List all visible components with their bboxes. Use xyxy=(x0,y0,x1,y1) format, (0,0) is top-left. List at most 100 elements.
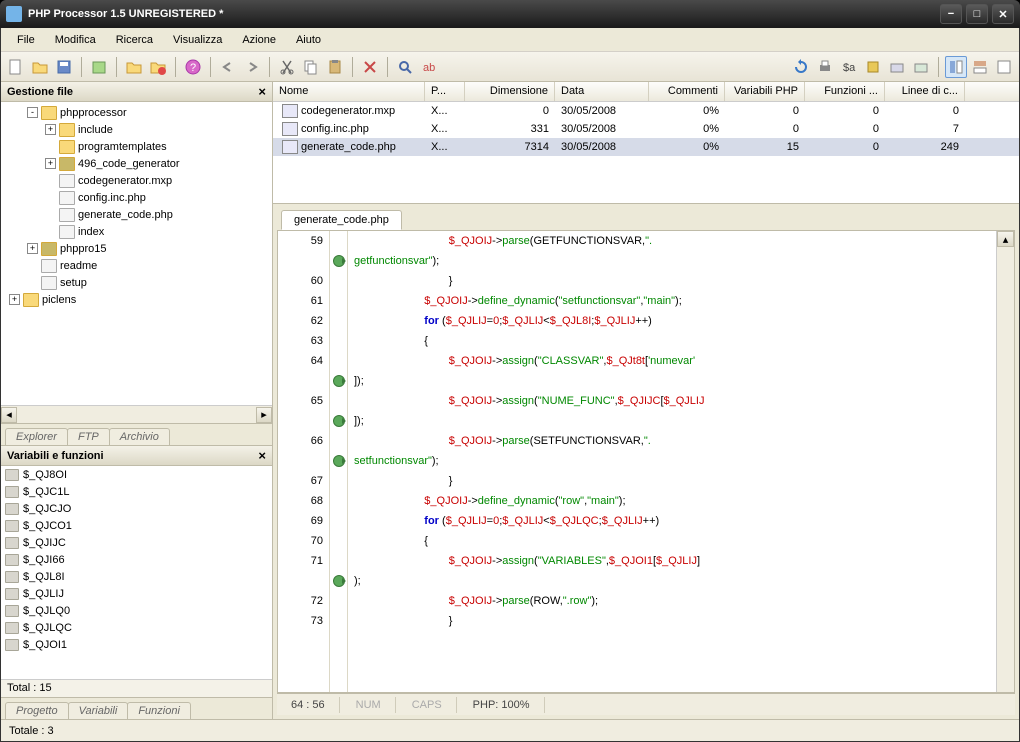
tree-hscrollbar[interactable]: ◂ ▸ xyxy=(1,405,272,423)
refresh-icon[interactable] xyxy=(790,56,812,78)
menu-visualizza[interactable]: Visualizza xyxy=(165,32,230,48)
menu-aiuto[interactable]: Aiuto xyxy=(288,32,329,48)
tree-node[interactable]: programtemplates xyxy=(1,138,272,155)
code-line[interactable]: ]); xyxy=(348,371,996,391)
tree-node[interactable]: config.inc.php xyxy=(1,189,272,206)
view1-icon[interactable] xyxy=(945,56,967,78)
tree-toggle-icon[interactable]: - xyxy=(27,107,38,118)
tree-node[interactable]: index xyxy=(1,223,272,240)
save-icon[interactable] xyxy=(53,56,75,78)
export-icon[interactable] xyxy=(886,56,908,78)
tab-funzioni[interactable]: Funzioni xyxy=(127,702,191,719)
tree-toggle-icon[interactable]: + xyxy=(45,158,56,169)
folder-remove-icon[interactable] xyxy=(147,56,169,78)
variable-item[interactable]: $_QJOI1 xyxy=(1,636,272,653)
code-line[interactable]: { xyxy=(348,331,996,351)
scroll-left-icon[interactable]: ◂ xyxy=(1,407,17,423)
code-line[interactable]: $_QJOIJ->assign("NUME_FUNC",$_QJIJC[$_QJ… xyxy=(348,391,996,411)
font-icon[interactable]: $a xyxy=(838,56,860,78)
code-line[interactable]: $_QJOIJ->define_dynamic("setfunctionsvar… xyxy=(348,291,996,311)
file-row[interactable]: config.inc.phpX...33130/05/20080%007 xyxy=(273,120,1019,138)
code-line[interactable]: $_QJOIJ->parse(GETFUNCTIONSVAR,". xyxy=(348,231,996,251)
copy-icon[interactable] xyxy=(300,56,322,78)
variable-item[interactable]: $_QJLIJ xyxy=(1,585,272,602)
column-header[interactable]: Data xyxy=(555,82,649,101)
code-editor[interactable]: 596061626364656667686970717273 $_QJOIJ->… xyxy=(277,230,1015,693)
variable-item[interactable]: $_QJ8OI xyxy=(1,466,272,483)
variable-item[interactable]: $_QJLQC xyxy=(1,619,272,636)
column-header[interactable]: Linee di c... xyxy=(885,82,965,101)
menu-ricerca[interactable]: Ricerca xyxy=(108,32,161,48)
tree-toggle-icon[interactable]: + xyxy=(9,294,20,305)
tree-node[interactable]: codegenerator.mxp xyxy=(1,172,272,189)
code-line[interactable]: for ($_QJLIJ=0;$_QJLIJ<$_QJLQC;$_QJLIJ++… xyxy=(348,511,996,531)
tree-toggle-icon[interactable]: + xyxy=(27,243,38,254)
help-icon[interactable]: ? xyxy=(182,56,204,78)
tree-node[interactable]: readme xyxy=(1,257,272,274)
file-list[interactable]: NomeP...DimensioneDataCommentiVariabili … xyxy=(273,82,1019,204)
tree-node[interactable]: +include xyxy=(1,121,272,138)
tab-ftp[interactable]: FTP xyxy=(67,428,110,445)
project-icon[interactable] xyxy=(88,56,110,78)
maximize-button[interactable]: □ xyxy=(966,4,988,24)
code-line[interactable]: $_QJOIJ->assign("VARIABLES",$_QJOI1[$_QJ… xyxy=(348,551,996,571)
tree-node[interactable]: -phpprocessor xyxy=(1,104,272,121)
tree-node[interactable]: +496_code_generator xyxy=(1,155,272,172)
code-line[interactable]: $_QJOIJ->parse(ROW,".row"); xyxy=(348,591,996,611)
tree-node[interactable]: setup xyxy=(1,274,272,291)
cut-icon[interactable] xyxy=(276,56,298,78)
tab-archivio[interactable]: Archivio xyxy=(109,428,170,445)
tree-toggle-icon[interactable]: + xyxy=(45,124,56,135)
close-button[interactable]: ✕ xyxy=(992,4,1014,24)
tree-node[interactable]: generate_code.php xyxy=(1,206,272,223)
menu-modifica[interactable]: Modifica xyxy=(47,32,104,48)
variable-item[interactable]: $_QJI66 xyxy=(1,551,272,568)
variable-item[interactable]: $_QJL8I xyxy=(1,568,272,585)
scroll-up-icon[interactable]: ▴ xyxy=(997,231,1014,247)
variable-item[interactable]: $_QJCJO xyxy=(1,500,272,517)
close-panel-icon[interactable]: × xyxy=(258,84,266,99)
tab-explorer[interactable]: Explorer xyxy=(5,428,68,445)
editor-vscrollbar[interactable]: ▴ xyxy=(996,231,1014,692)
code-line[interactable]: } xyxy=(348,471,996,491)
tree-node[interactable]: +phppro15 xyxy=(1,240,272,257)
variable-item[interactable]: $_QJIJC xyxy=(1,534,272,551)
code-line[interactable]: for ($_QJLIJ=0;$_QJLIJ<$_QJL8I;$_QJLIJ++… xyxy=(348,311,996,331)
find-next-icon[interactable]: ab xyxy=(418,56,440,78)
code-line[interactable]: } xyxy=(348,611,996,631)
undo-icon[interactable] xyxy=(217,56,239,78)
code-line[interactable]: $_QJOIJ->define_dynamic("row","main"); xyxy=(348,491,996,511)
find-icon[interactable] xyxy=(394,56,416,78)
file-row[interactable]: generate_code.phpX...731430/05/20080%150… xyxy=(273,138,1019,156)
column-header[interactable]: Funzioni ... xyxy=(805,82,885,101)
zip-icon[interactable] xyxy=(862,56,884,78)
view2-icon[interactable] xyxy=(969,56,991,78)
variable-item[interactable]: $_QJCO1 xyxy=(1,517,272,534)
redo-icon[interactable] xyxy=(241,56,263,78)
editor-tab[interactable]: generate_code.php xyxy=(281,210,402,230)
paste-icon[interactable] xyxy=(324,56,346,78)
code-line[interactable]: { xyxy=(348,531,996,551)
column-header[interactable]: Nome xyxy=(273,82,425,101)
new-file-icon[interactable] xyxy=(5,56,27,78)
tab-variabili[interactable]: Variabili xyxy=(68,702,129,719)
tab-progetto[interactable]: Progetto xyxy=(5,702,69,719)
code-line[interactable]: getfunctionsvar"); xyxy=(348,251,996,271)
code-line[interactable]: $_QJOIJ->parse(SETFUNCTIONSVAR,". xyxy=(348,431,996,451)
variable-item[interactable]: $_QJC1L xyxy=(1,483,272,500)
column-header[interactable]: Commenti xyxy=(649,82,725,101)
scroll-right-icon[interactable]: ▸ xyxy=(256,407,272,423)
column-header[interactable]: Variabili PHP xyxy=(725,82,805,101)
minimize-button[interactable]: − xyxy=(940,4,962,24)
file-row[interactable]: codegenerator.mxpX...030/05/20080%000 xyxy=(273,102,1019,120)
print-icon[interactable] xyxy=(814,56,836,78)
folder-open-icon[interactable] xyxy=(123,56,145,78)
code-line[interactable]: ); xyxy=(348,571,996,591)
close-var-panel-icon[interactable]: × xyxy=(258,448,266,463)
code-line[interactable]: $_QJOIJ->assign("CLASSVAR",$_QJt8t['nume… xyxy=(348,351,996,371)
import-icon[interactable] xyxy=(910,56,932,78)
tree-node[interactable]: +piclens xyxy=(1,291,272,308)
column-header[interactable]: Dimensione xyxy=(465,82,555,101)
menu-azione[interactable]: Azione xyxy=(234,32,284,48)
code-line[interactable]: setfunctionsvar"); xyxy=(348,451,996,471)
